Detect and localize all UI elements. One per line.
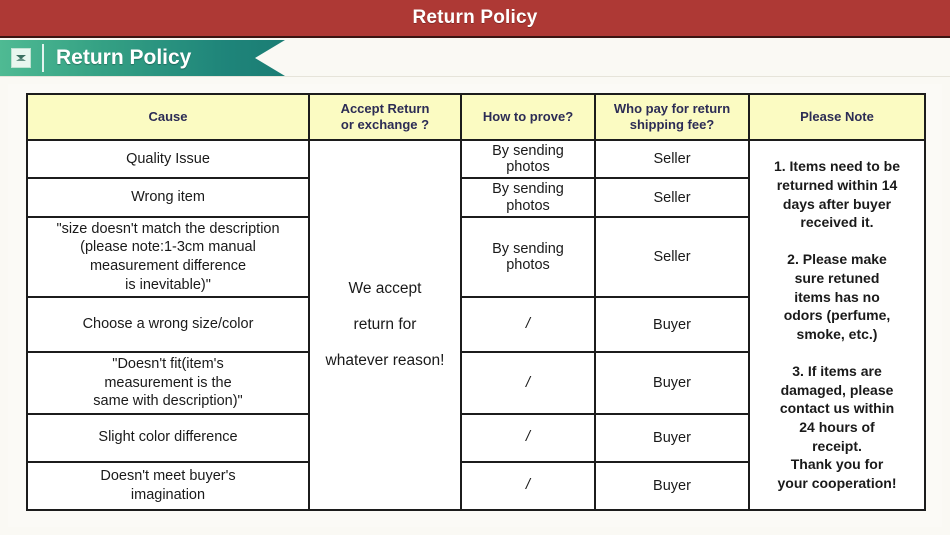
page-title: Return Policy bbox=[412, 7, 538, 28]
column-header-who-pays-line2: shipping fee? bbox=[629, 117, 715, 132]
column-header-please-note: Please Note bbox=[748, 93, 926, 141]
section-banner: Return Policy bbox=[0, 40, 285, 76]
cell-cause: "size doesn't match the description (ple… bbox=[26, 215, 310, 299]
table-row: Quality Issue We accept return for whate… bbox=[26, 138, 926, 511]
cell-cause: Choose a wrong size/color bbox=[26, 296, 310, 354]
section-banner-label: Return Policy bbox=[56, 46, 192, 69]
column-header-who-pays-line1: Who pay for return bbox=[613, 100, 731, 116]
policy-card: Cause Accept Return or exchange ? How to… bbox=[8, 84, 942, 527]
cell-cause: Doesn't meet buyer's imagination bbox=[26, 460, 310, 511]
column-header-accept-return-line2: or exchange ? bbox=[340, 117, 430, 132]
prove-line-2: photos bbox=[506, 159, 550, 176]
section-banner-divider bbox=[42, 44, 44, 72]
cell-who-pays: Buyer bbox=[594, 351, 750, 415]
table-header-row: Cause Accept Return or exchange ? How to… bbox=[26, 93, 926, 141]
prove-line-2: photos bbox=[506, 197, 550, 214]
cell-please-note: 1. Items need to be returned within 14 d… bbox=[748, 139, 926, 511]
accept-line-1: We accept bbox=[348, 280, 422, 298]
return-policy-table: Cause Accept Return or exchange ? How to… bbox=[26, 93, 926, 511]
return-policy-page: Return Policy Return Policy Cause Accept… bbox=[0, 0, 950, 535]
cell-who-pays: Seller bbox=[594, 177, 750, 218]
prove-line-1: By sending bbox=[492, 181, 564, 198]
cell-cause: Quality Issue bbox=[26, 138, 310, 180]
cell-who-pays: Buyer bbox=[594, 460, 750, 511]
column-header-accept-return-line1: Accept Return bbox=[340, 100, 430, 116]
cell-who-pays: Seller bbox=[594, 138, 750, 180]
cell-who-pays: Buyer bbox=[594, 412, 750, 463]
envelope-arrow-icon bbox=[11, 48, 31, 68]
column-header-cause: Cause bbox=[26, 93, 310, 141]
prove-line-1: By sending bbox=[492, 143, 564, 159]
accept-line-3: whatever reason! bbox=[325, 351, 445, 369]
column-header-how-to-prove: How to prove? bbox=[460, 93, 596, 141]
cell-who-pays: Buyer bbox=[594, 296, 750, 354]
prove-line-1: By sending bbox=[492, 240, 564, 257]
prove-line-2: photos bbox=[506, 257, 550, 274]
cell-accept-return-merged: We accept return for whatever reason! bbox=[308, 139, 462, 511]
cell-how-to-prove: By sending photos bbox=[460, 138, 596, 180]
cell-how-to-prove: By sending photos bbox=[460, 215, 596, 299]
section-banner-underline bbox=[0, 76, 950, 77]
column-header-who-pays: Who pay for return shipping fee? bbox=[594, 93, 750, 141]
cell-how-to-prove: / bbox=[460, 412, 596, 463]
page-title-bar: Return Policy bbox=[0, 0, 950, 38]
cell-how-to-prove: / bbox=[460, 460, 596, 511]
cell-how-to-prove: / bbox=[460, 351, 596, 415]
cell-who-pays: Seller bbox=[594, 215, 750, 299]
cell-cause: "Doesn't fit(item's measurement is the s… bbox=[26, 351, 310, 415]
column-header-accept-return: Accept Return or exchange ? bbox=[308, 93, 462, 141]
cell-how-to-prove: / bbox=[460, 296, 596, 354]
cell-how-to-prove: By sending photos bbox=[460, 177, 596, 218]
cell-cause: Slight color difference bbox=[26, 412, 310, 463]
accept-line-2: return for bbox=[353, 316, 417, 334]
cell-cause: Wrong item bbox=[26, 177, 310, 218]
